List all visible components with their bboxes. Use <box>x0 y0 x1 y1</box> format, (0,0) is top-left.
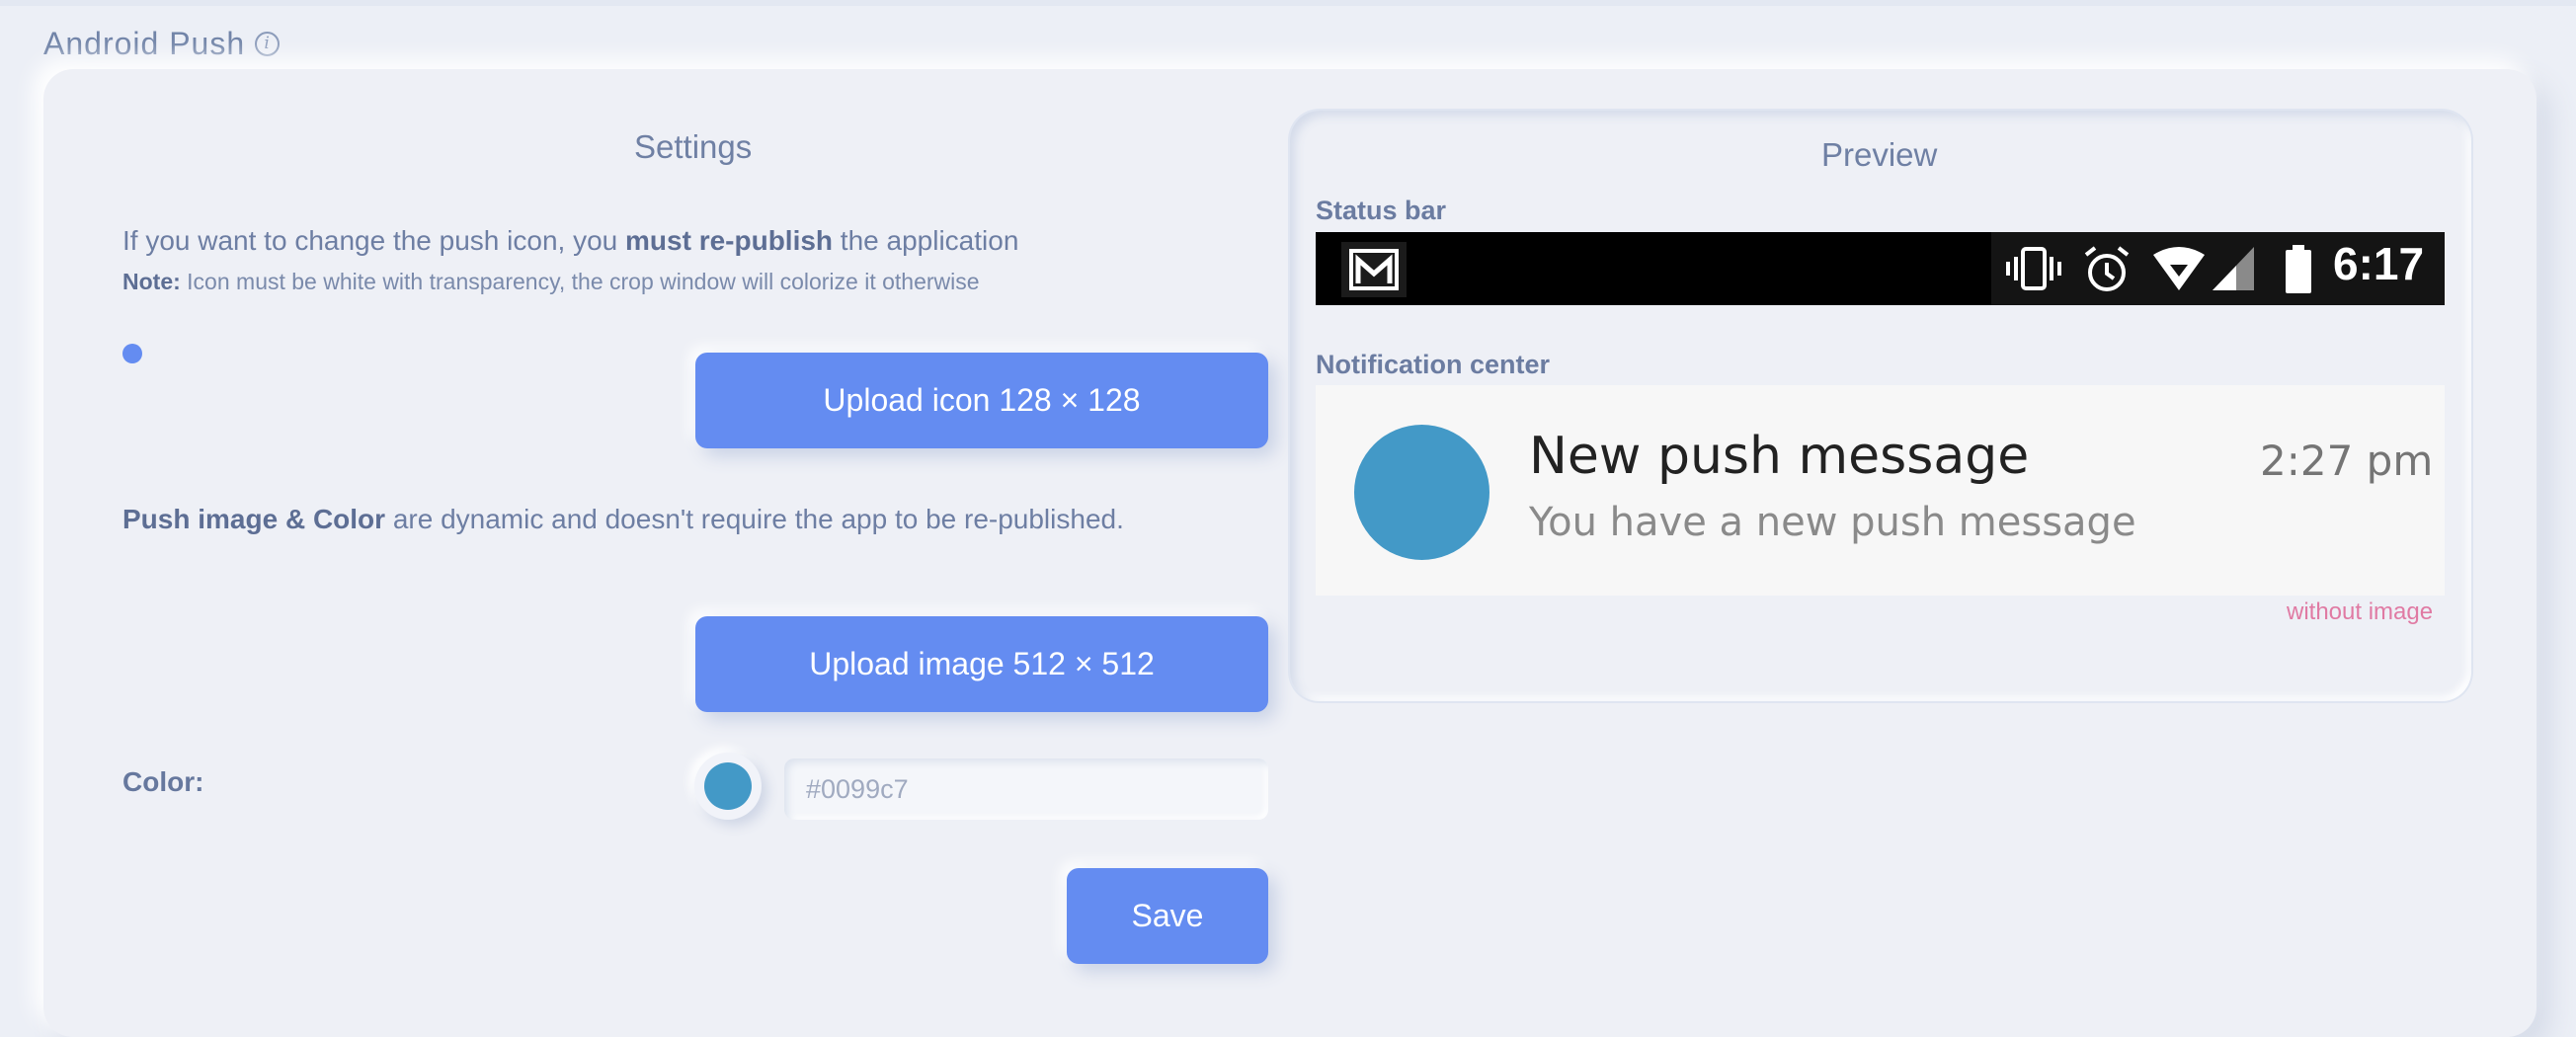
color-picker-button[interactable] <box>694 753 762 820</box>
color-hex-input[interactable] <box>784 758 1268 820</box>
current-icon-preview <box>122 344 142 363</box>
note-label: Note: <box>122 269 181 294</box>
icon-note: Note: Icon must be white with transparen… <box>122 269 980 295</box>
section-title: Android Push <box>43 26 246 61</box>
app-icon <box>1349 249 1399 290</box>
battery-icon <box>2286 245 2311 293</box>
notification-body: You have a new push message <box>1529 500 2136 545</box>
republish-notice: If you want to change the push icon, you… <box>122 225 1018 257</box>
preview-title: Preview <box>1821 136 1938 173</box>
status-bar-label: Status bar <box>1316 196 1447 225</box>
without-image-link[interactable]: without image <box>2287 598 2433 626</box>
settings-title: Settings <box>634 128 753 165</box>
wifi-icon <box>2153 247 2205 290</box>
info-icon[interactable]: i <box>255 32 281 56</box>
dynamic-notice: Push image & Color are dynamic and doesn… <box>122 504 1124 535</box>
republish-notice-prefix: If you want to change the push icon, you <box>122 225 626 256</box>
vibrate-icon <box>2006 247 2061 290</box>
signal-icon <box>2213 247 2254 290</box>
top-border <box>0 0 2576 6</box>
republish-notice-suffix: the application <box>833 225 1019 256</box>
dynamic-notice-bold: Push image & Color <box>122 504 386 534</box>
upload-icon-button[interactable]: Upload icon 128 × 128 <box>695 353 1268 448</box>
dynamic-notice-suffix: are dynamic and doesn't require the app … <box>385 504 1124 534</box>
note-text: Icon must be white with transparency, th… <box>180 269 980 294</box>
republish-notice-bold: must re-publish <box>625 225 834 256</box>
color-label: Color: <box>122 766 204 797</box>
notification-center-label: Notification center <box>1316 350 1551 379</box>
section-header: Android Push i <box>43 26 281 62</box>
color-swatch <box>704 762 752 810</box>
notification-icon-circle <box>1354 425 1489 560</box>
save-button[interactable]: Save <box>1067 868 1268 964</box>
notification-time: 2:27 pm <box>2260 437 2434 485</box>
notification-title: New push message <box>1529 427 2030 486</box>
status-bar-app-icon <box>1341 242 1407 297</box>
status-bar-time: 6:17 <box>2333 238 2425 289</box>
alarm-icon <box>2084 246 2130 291</box>
upload-image-button[interactable]: Upload image 512 × 512 <box>695 616 1268 712</box>
